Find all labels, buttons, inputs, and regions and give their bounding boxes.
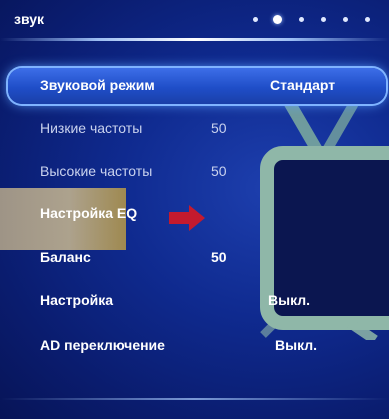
page-dot-active	[273, 15, 282, 24]
header-divider	[0, 38, 389, 41]
page-dot	[343, 17, 348, 22]
menu-item-sound-mode[interactable]: Звуковой режим Стандарт	[0, 66, 389, 106]
menu-item-label: Настройка	[40, 292, 114, 308]
menu-item-ad-switch[interactable]: AD переключение Выкл.	[0, 326, 389, 366]
menu-item-value: Выкл.	[268, 292, 311, 308]
footer-divider	[0, 398, 389, 400]
page-dot	[321, 17, 326, 22]
screen-title: звук	[14, 11, 45, 27]
menu-item-eq-settings[interactable]: Настройка EQ	[0, 194, 389, 234]
page-dot	[365, 17, 370, 22]
menu-item-setting[interactable]: Настройка Выкл.	[0, 281, 389, 321]
menu-item-value: Выкл.	[275, 337, 318, 353]
menu-item-label: Настройка EQ	[40, 205, 138, 221]
menu-item-label: Баланс	[40, 249, 91, 265]
menu-item-treble[interactable]: Высокие частоты 50	[0, 152, 389, 192]
menu-item-value: Стандарт	[270, 77, 336, 93]
menu-item-value: 50	[211, 249, 227, 265]
header-bar: звук	[0, 0, 389, 41]
menu-item-label: Высокие частоты	[40, 163, 153, 179]
page-dot	[253, 17, 258, 22]
menu-item-label: AD переключение	[40, 337, 165, 353]
menu-item-label: Низкие частоты	[40, 120, 143, 136]
menu-item-label: Звуковой режим	[40, 77, 155, 93]
menu-item-bass[interactable]: Низкие частоты 50	[0, 109, 389, 149]
menu-item-value: 50	[211, 163, 227, 179]
menu-item-balance[interactable]: Баланс 50	[0, 238, 389, 278]
sound-settings-screen: звук Звуковой режим Стандарт Низкие част…	[0, 0, 389, 419]
menu-item-value: 50	[211, 120, 227, 136]
page-dot	[299, 17, 304, 22]
